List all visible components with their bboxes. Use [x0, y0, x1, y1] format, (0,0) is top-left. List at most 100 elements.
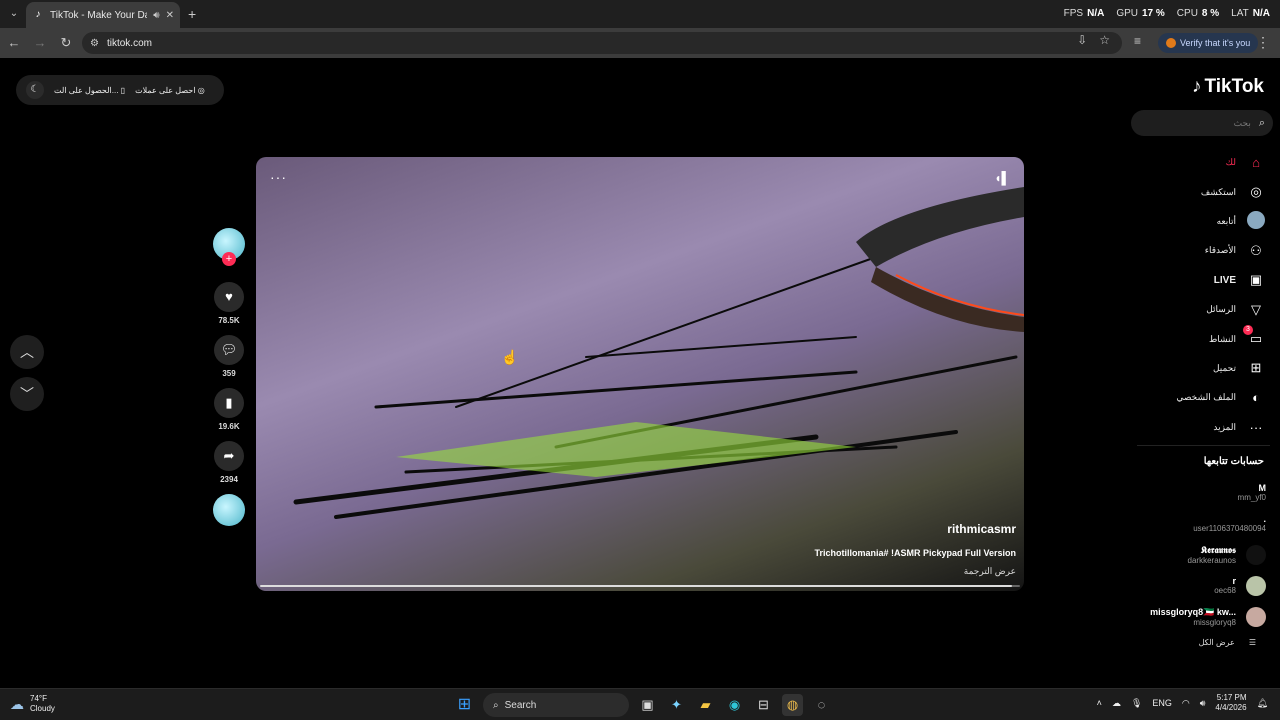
reload-button[interactable]: ↻: [54, 31, 78, 55]
cloud-icon: ☁: [10, 696, 24, 712]
browser-tabbar: ⌄ ♪ TikTok - Make Your Day 🔊︎ ✕ + FPS N/A…: [0, 0, 1280, 28]
copilot-icon[interactable]: ✦: [666, 694, 687, 716]
chevron-up-icon[interactable]: ˄: [1097, 698, 1102, 708]
more-options-icon[interactable]: ···: [270, 169, 287, 185]
like-button[interactable]: ♥ 78.5K: [212, 282, 246, 325]
forward-button[interactable]: →: [28, 31, 52, 55]
sidebar-item-explore[interactable]: استكشف ◎: [1126, 177, 1266, 206]
following-accounts-list: Mmm_yf0 . user1106370480094 𝕶𝖊𝖗𝖆𝖚𝖓𝖔𝖘 darkk…: [1126, 477, 1266, 632]
sidebar-item-messages[interactable]: الرسائل ▽: [1126, 295, 1266, 324]
task-view-icon[interactable]: ▣: [637, 694, 658, 716]
browser-tab[interactable]: ♪ TikTok - Make Your Day 🔊︎ ✕: [26, 2, 180, 28]
store-icon[interactable]: ⊟: [753, 694, 774, 716]
wifi-icon[interactable]: ◠: [1182, 698, 1190, 709]
share-button[interactable]: ➦ 2394: [212, 441, 246, 484]
search-placeholder: بحث: [1233, 117, 1251, 128]
install-app-icon[interactable]: ⇩: [1077, 33, 1087, 47]
edge-icon[interactable]: ◉: [724, 694, 745, 716]
dark-mode-toggle-icon[interactable]: ☾: [26, 81, 44, 99]
hud-gpu: GPU 17 %: [1116, 8, 1165, 19]
sidebar-item-more[interactable]: المزيد ···: [1126, 413, 1266, 442]
search-icon[interactable]: ⌕: [1259, 117, 1265, 130]
next-video-button[interactable]: ﹀: [10, 377, 44, 411]
volume-icon[interactable]: ◖▌: [994, 171, 1010, 185]
video-frame: [293, 187, 1024, 519]
chrome-icon[interactable]: ◍: [782, 694, 803, 716]
more-icon: ···: [1249, 419, 1263, 435]
sidebar-menu: لك ⌂ استكشف ◎ أتابعه الأصدقاء ⚇ LIVE ▣ ا…: [1126, 148, 1266, 442]
tab-title: TikTok - Make Your Day: [50, 9, 148, 21]
home-icon: ⌂: [1252, 155, 1260, 171]
windows-start-icon[interactable]: ⊞: [454, 694, 475, 716]
list-item[interactable]: missgloryq8🇰🇼 kw... missgloryq8: [1126, 601, 1266, 632]
list-item[interactable]: . user1106370480094: [1126, 508, 1266, 539]
back-button[interactable]: ←: [2, 31, 26, 55]
hud-lat: LAT N/A: [1231, 8, 1270, 19]
list-item[interactable]: Mmm_yf0: [1126, 477, 1266, 508]
get-app-button[interactable]: الحصول على الت... ▯: [54, 86, 125, 95]
video-progress-bar[interactable]: [260, 585, 1020, 587]
new-tab-button[interactable]: +: [188, 6, 196, 22]
following-accounts-title: حسابات تتابعها: [1203, 456, 1264, 467]
share-icon: ➦: [214, 441, 244, 471]
save-button[interactable]: ▮ 19.6K: [212, 388, 246, 431]
list-icon: ☰: [1248, 638, 1256, 647]
video-author[interactable]: rithmicasmr: [947, 522, 1016, 536]
previous-video-button[interactable]: ︿: [10, 335, 44, 369]
tab-search-button[interactable]: ⌄: [6, 6, 22, 22]
address-bar[interactable]: ⚙ tiktok.com: [82, 32, 1122, 54]
verify-identity-button[interactable]: Verify that it's you: [1158, 33, 1259, 53]
tiktok-page: ☾ الحصول على الت... ▯ احصل على عملات ◎ ♪…: [0, 58, 1280, 688]
microphone-icon[interactable]: 🎙︎: [1131, 698, 1142, 709]
see-all-button[interactable]: عرض الكل ☰: [1199, 638, 1256, 647]
sidebar-item-upload[interactable]: تحميل ⊞: [1126, 354, 1266, 383]
tab-audio-icon[interactable]: 🔊︎: [153, 10, 159, 21]
tab-close-icon[interactable]: ✕: [166, 10, 174, 21]
music-disc-icon: [213, 494, 245, 526]
profile-icon: ◐: [1252, 390, 1260, 406]
app-icon[interactable]: ◌: [811, 694, 832, 716]
bookmark-star-icon[interactable]: ☆: [1099, 33, 1110, 47]
avatar: [1246, 575, 1266, 596]
sidebar-item-foryou[interactable]: لك ⌂: [1126, 148, 1266, 177]
following-avatar-icon: [1246, 210, 1266, 232]
volume-icon[interactable]: 🔊︎: [1200, 698, 1206, 709]
sidebar-item-friends[interactable]: الأصدقاء ⚇: [1126, 236, 1266, 265]
browser-toolbar: ← → ↻ ⚙ tiktok.com ⇩ ☆: [0, 28, 1280, 58]
compass-icon: ◎: [1250, 184, 1262, 200]
avatar: +: [213, 228, 245, 266]
top-actions-bar: ☾ الحصول على الت... ▯ احصل على عملات ◎: [16, 75, 224, 105]
sidebar-item-profile[interactable]: الملف الشخصي ◐: [1126, 383, 1266, 412]
windows-taskbar: ☁ 74°F Cloudy ⊞ ⌕ Search ▣ ✦ ▰ ◉ ⊟ ◍ ◌ ˄…: [0, 688, 1280, 720]
weather-widget[interactable]: ☁ 74°F Cloudy: [10, 694, 55, 714]
list-item[interactable]: 𝕶𝖊𝖗𝖆𝖚𝖓𝖔𝖘 darkkeraunos: [1126, 539, 1266, 570]
video-description: Trichotillomania# !ASMR Pickypad Full Ve…: [814, 548, 1016, 558]
list-item[interactable]: r oec68: [1126, 570, 1266, 601]
tiktok-logo[interactable]: ♪ TikTok: [1192, 76, 1264, 98]
activity-badge: 3: [1243, 325, 1253, 336]
sidebar-item-live[interactable]: LIVE ▣: [1126, 266, 1266, 295]
comment-button[interactable]: 💬︎ 359: [212, 335, 246, 378]
onedrive-icon[interactable]: ☁: [1112, 698, 1121, 709]
save-count: 19.6K: [218, 422, 240, 431]
clock[interactable]: 5:17 PM 4/4/2026: [1215, 693, 1246, 713]
follow-plus-icon[interactable]: +: [222, 252, 236, 266]
hud-cpu: CPU 8 %: [1176, 8, 1220, 19]
notification-bell-icon[interactable]: 🔔︎: [1257, 698, 1268, 709]
see-translation-link[interactable]: عرض الترجمة: [964, 566, 1016, 577]
search-input[interactable]: بحث ⌕: [1131, 110, 1273, 136]
file-explorer-icon[interactable]: ▰: [695, 694, 716, 716]
creator-avatar[interactable]: +: [212, 228, 246, 266]
browser-menu-icon[interactable]: ⋮: [1256, 34, 1270, 51]
language-indicator[interactable]: ENG: [1152, 698, 1172, 708]
video-actions: + ♥ 78.5K 💬︎ 359 ▮ 19.6K ➦ 2394: [212, 228, 246, 536]
sidebar-item-activity[interactable]: النشاط ▭ 3: [1126, 324, 1266, 353]
video-player[interactable]: ··· ◖▌ rithmicasmr Trichotillomania# !AS…: [256, 157, 1024, 591]
site-info-icon[interactable]: ⚙: [90, 38, 99, 49]
sound-disc[interactable]: [212, 494, 246, 526]
media-controls-icon[interactable]: ≡: [1134, 34, 1141, 48]
taskbar-search[interactable]: ⌕ Search: [483, 693, 629, 717]
get-coins-button[interactable]: احصل على عملات ◎: [135, 86, 205, 95]
share-count: 2394: [220, 475, 238, 484]
sidebar-item-following[interactable]: أتابعه: [1126, 207, 1266, 236]
